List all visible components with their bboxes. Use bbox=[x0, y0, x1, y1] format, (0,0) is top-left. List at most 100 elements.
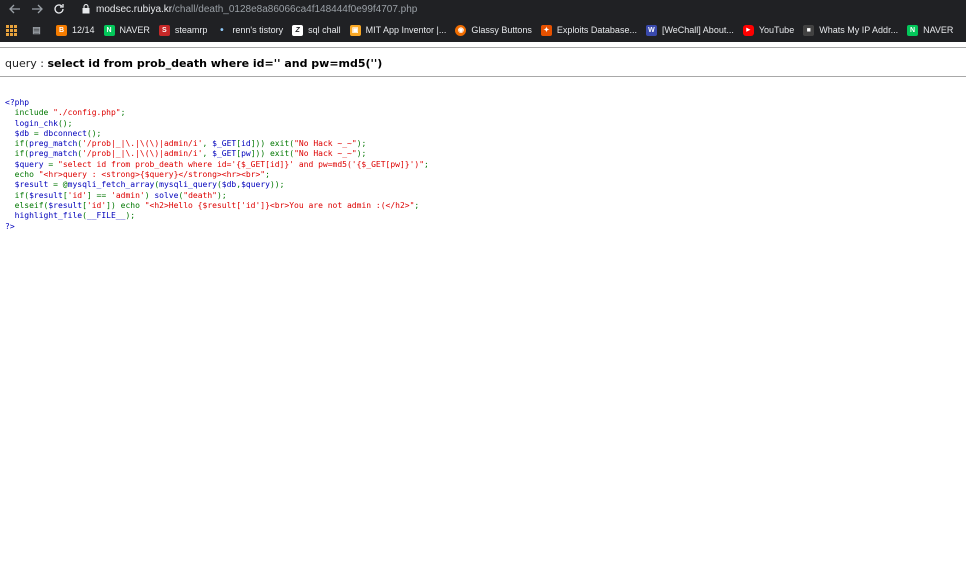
bookmark-item[interactable]: ▣ MIT App Inventor |... bbox=[349, 21, 447, 39]
code-token: $_GET bbox=[212, 149, 237, 159]
url-host: modsec.rubiya.kr bbox=[96, 3, 173, 15]
code-token: ] == bbox=[86, 190, 111, 200]
bookmark-item[interactable]: N NAVER bbox=[907, 21, 953, 39]
code-token: , bbox=[202, 149, 213, 159]
bookmark-item[interactable]: W [WeChall] About... bbox=[645, 21, 734, 39]
wechall-icon: W bbox=[645, 24, 657, 36]
bookmark-label: Glassy Buttons bbox=[471, 25, 532, 35]
bookmark-item[interactable]: ◉ Glassy Buttons bbox=[455, 21, 532, 39]
code-token: = bbox=[48, 159, 58, 169]
code-token: 'id' bbox=[67, 190, 87, 200]
code-token: $_GET bbox=[212, 139, 237, 149]
code-token: ); bbox=[125, 211, 136, 221]
code-token: echo bbox=[14, 170, 39, 180]
url-field[interactable]: modsec.rubiya.kr/chall/death_0128e8a8606… bbox=[80, 0, 417, 18]
bookmark-item[interactable]: ✦ Exploits Database... bbox=[540, 21, 637, 39]
youtube-icon: ▶ bbox=[742, 24, 754, 36]
code-token: ])) exit( bbox=[250, 139, 295, 149]
code-line: <?php bbox=[5, 98, 429, 108]
bookmark-item[interactable]: B 12/14 bbox=[56, 21, 95, 39]
forward-button[interactable] bbox=[26, 0, 48, 18]
code-line: $query = "select id from prob_death wher… bbox=[5, 160, 429, 170]
reload-button[interactable] bbox=[48, 0, 70, 18]
code-token: '/prob|_|\.|\(\)|admin/i' bbox=[82, 139, 203, 149]
code-token: $result bbox=[48, 200, 83, 210]
bookmark-item[interactable]: Ssteamrp bbox=[158, 21, 208, 39]
code-token: 'id' bbox=[86, 200, 107, 210]
bookmark-item[interactable]: Zsql chall bbox=[292, 21, 341, 39]
mit-app-inventor-icon: ▣ bbox=[349, 24, 361, 36]
code-line: echo "<hr>query : <strong>{$query}</stro… bbox=[5, 170, 429, 180]
reload-icon bbox=[54, 4, 64, 14]
code-token: if( bbox=[14, 139, 30, 149]
bookmark-item[interactable] bbox=[6, 21, 22, 39]
bookmark-label: MIT App Inventor |... bbox=[365, 25, 447, 35]
glassy-buttons-icon: ◉ bbox=[455, 24, 467, 36]
query-label: query : bbox=[5, 57, 48, 70]
bookmark-label: sql chall bbox=[308, 25, 341, 35]
whatsmyip-icon: ■ bbox=[803, 24, 815, 36]
code-token: ; bbox=[414, 200, 420, 210]
code-token: ; bbox=[424, 159, 429, 169]
code-line: highlight_file(__FILE__); bbox=[5, 211, 429, 221]
bookmark-item[interactable]: ■ Whats My IP Addr... bbox=[803, 21, 898, 39]
code-token: $db bbox=[5, 128, 34, 138]
query-divider bbox=[0, 76, 966, 77]
page-content: query : select id from prob_death where … bbox=[0, 42, 966, 564]
code-line: include "./config.php"; bbox=[5, 108, 429, 118]
bookmark-label: YouTube bbox=[758, 25, 795, 35]
bookmark-item[interactable]: ▤ bbox=[31, 21, 47, 39]
bookmark-label: [WeChall] About... bbox=[661, 25, 734, 35]
arrow-right-icon bbox=[32, 4, 43, 14]
bookmark-item[interactable]: ▶ YouTube bbox=[742, 21, 795, 39]
bookmark-label: NAVER bbox=[119, 25, 150, 35]
code-token: $query bbox=[241, 180, 270, 190]
code-token: highlight_file bbox=[14, 211, 83, 221]
code-token: "<hr>query : <strong>{$query}</strong><h… bbox=[38, 170, 266, 180]
bookmark-item[interactable]: • renn's tistory bbox=[216, 21, 283, 39]
bookmark-label: steamrp bbox=[174, 25, 208, 35]
code-token: $db bbox=[221, 180, 237, 190]
bookmark-label: NAVER bbox=[923, 25, 954, 35]
address-bar-row: modsec.rubiya.kr/chall/death_0128e8a8606… bbox=[0, 0, 966, 18]
bookmark-folder-icon: ▤ bbox=[32, 24, 41, 35]
code-token: ) bbox=[144, 190, 155, 200]
bookmark-label: Exploits Database... bbox=[556, 25, 637, 35]
code-token: solve bbox=[154, 190, 179, 200]
browser-chrome: modsec.rubiya.kr/chall/death_0128e8a8606… bbox=[0, 0, 966, 42]
code-token: id bbox=[241, 139, 251, 149]
code-token: ; bbox=[120, 108, 126, 118]
query-line: query : select id from prob_death where … bbox=[5, 57, 382, 70]
bookmark-item[interactable]: N NAVER bbox=[103, 21, 150, 39]
code-token: (); bbox=[86, 128, 102, 138]
code-token: __FILE__ bbox=[86, 211, 126, 221]
code-token: , bbox=[202, 139, 213, 149]
code-token: = bbox=[33, 128, 44, 138]
code-token: ?> bbox=[5, 221, 15, 231]
back-button[interactable] bbox=[4, 0, 26, 18]
code-token: dbconnect bbox=[43, 128, 87, 138]
code-line: $result = @mysqli_fetch_array(mysqli_que… bbox=[5, 180, 429, 190]
code-line: elseif($result['id']) echo "<h2>Hello {$… bbox=[5, 201, 429, 211]
code-line: if(preg_match('/prob|_|\.|\(\)|admin/i',… bbox=[5, 139, 429, 149]
code-line: if($result['id'] == 'admin') solve("deat… bbox=[5, 191, 429, 201]
code-line: if(preg_match('/prob|_|\.|\(\)|admin/i',… bbox=[5, 149, 429, 159]
steam-icon: S bbox=[158, 24, 170, 36]
query-value: select id from prob_death where id='' an… bbox=[47, 57, 383, 70]
code-token: elseif( bbox=[14, 200, 49, 210]
code-token: '/prob|_|\.|\(\)|admin/i' bbox=[82, 149, 203, 159]
code-token: ); bbox=[217, 190, 227, 200]
code-token: include bbox=[14, 108, 54, 118]
code-token: $result bbox=[29, 190, 63, 200]
bookmark-label: 12/14 bbox=[72, 25, 95, 35]
code-token: ])) exit( bbox=[250, 149, 295, 159]
code-token: login_chk bbox=[5, 118, 58, 128]
apps-icon bbox=[6, 24, 17, 36]
naver-icon: N bbox=[103, 24, 115, 36]
exploit-db-icon: ✦ bbox=[540, 24, 552, 36]
code-token: ]) echo bbox=[106, 200, 145, 210]
